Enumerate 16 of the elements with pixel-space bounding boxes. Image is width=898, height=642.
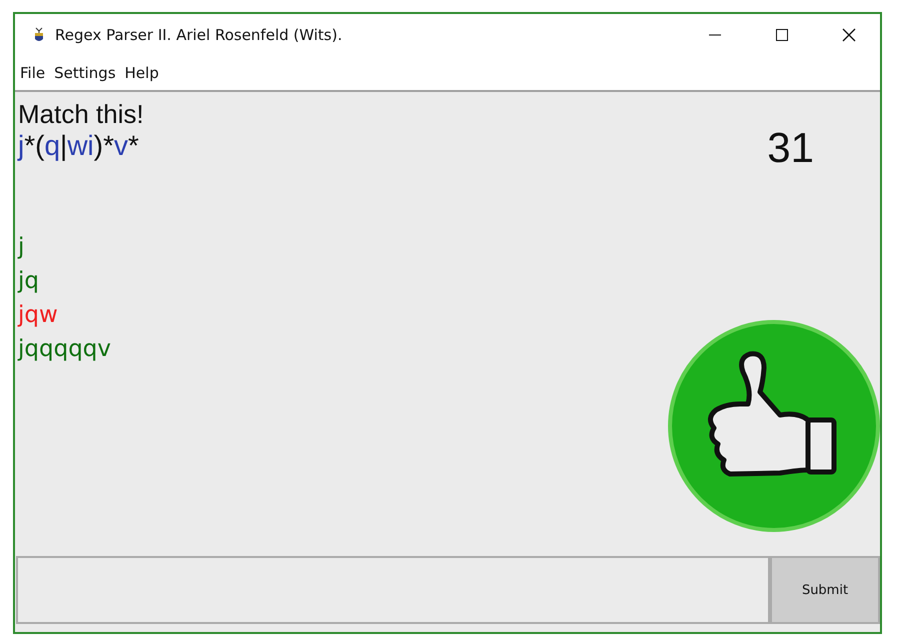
attempt-text: jq bbox=[18, 267, 39, 296]
prompt-label: Match this! bbox=[18, 98, 144, 130]
menu-item[interactable]: Help bbox=[124, 64, 159, 82]
attempt-text: j bbox=[18, 233, 24, 262]
window-title: Regex Parser II. Ariel Rosenfeld (Wits). bbox=[55, 26, 342, 44]
submit-button[interactable]: Submit bbox=[770, 556, 880, 624]
close-icon[interactable] bbox=[842, 28, 856, 42]
menu-item[interactable]: File bbox=[20, 64, 46, 82]
regex-pattern: j*(q|wi)*v* bbox=[18, 130, 140, 162]
answer-field[interactable] bbox=[16, 556, 770, 624]
attempt-text: jqqqqqv bbox=[18, 335, 111, 364]
score-counter: 31 bbox=[767, 124, 814, 172]
attempt-text: jqw bbox=[18, 301, 58, 330]
crest-icon bbox=[33, 27, 45, 43]
maximize-icon[interactable] bbox=[775, 28, 789, 42]
menu-item[interactable]: Settings bbox=[54, 64, 116, 82]
